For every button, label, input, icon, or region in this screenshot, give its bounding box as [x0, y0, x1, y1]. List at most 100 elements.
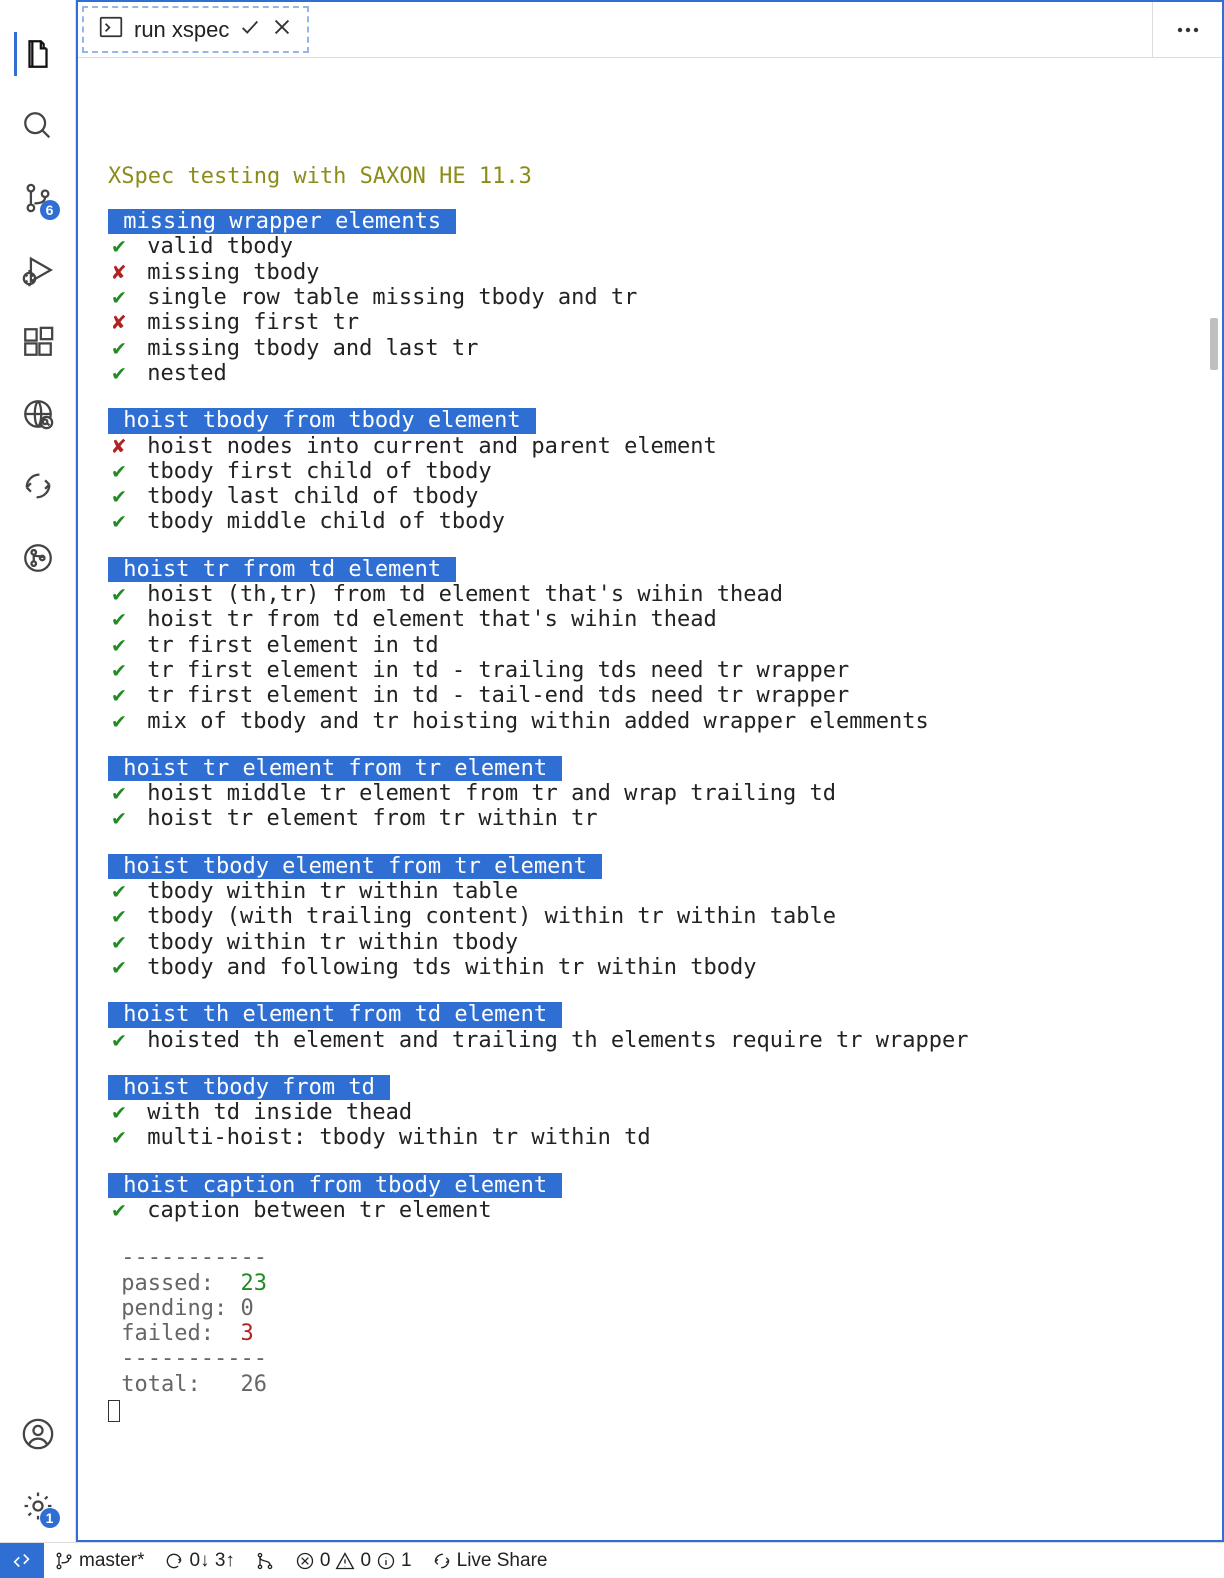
pass-mark-icon: ✔	[108, 709, 130, 734]
remote-explorer-icon[interactable]	[16, 392, 60, 436]
fail-mark-icon: ✘	[108, 434, 130, 459]
extensions-icon[interactable]	[16, 320, 60, 364]
remote-indicator[interactable]	[0, 1543, 44, 1578]
test-result-line: ✔ multi-hoist: tbody within tr within td	[108, 1125, 1192, 1150]
terminal-title: XSpec testing with SAXON HE 11.3	[108, 164, 1192, 189]
test-result-line: ✔ tbody first child of tbody	[108, 459, 1192, 484]
summary-total: total: 26	[108, 1372, 1192, 1397]
test-result-line: ✔ with td inside thead	[108, 1100, 1192, 1125]
test-result-line: ✔ single row table missing tbody and tr	[108, 285, 1192, 310]
info-count: 1	[401, 1550, 412, 1572]
status-sync[interactable]: 0↓ 3↑	[154, 1543, 244, 1578]
test-result-line: ✔ caption between tr element	[108, 1198, 1192, 1223]
test-result-line: ✔ tbody middle child of tbody	[108, 509, 1192, 534]
test-result-text: tr first element in td	[134, 633, 439, 658]
sync-status: 0↓ 3↑	[189, 1550, 234, 1572]
test-result-text: tbody last child of tbody	[134, 484, 478, 509]
blank-line	[108, 980, 1192, 1002]
scm-badge: 6	[40, 200, 60, 220]
test-group-header-line: hoist tbody from td	[108, 1075, 1192, 1100]
test-result-text: valid tbody	[134, 234, 293, 259]
test-result-text: hoist tr from td element that's wihin th…	[134, 607, 717, 632]
test-result-line: ✘ missing tbody	[108, 260, 1192, 285]
close-icon[interactable]	[271, 16, 293, 43]
test-result-text: hoist (th,tr) from td element that's wih…	[134, 582, 783, 607]
cursor-line	[108, 1397, 1192, 1422]
test-result-line: ✔ tbody and following tds within tr with…	[108, 955, 1192, 980]
summary-rule: -----------	[108, 1245, 1192, 1270]
test-result-text: tbody first child of tbody	[134, 459, 492, 484]
test-result-line: ✔ hoist middle tr element from tr and wr…	[108, 781, 1192, 806]
test-result-line: ✔ tr first element in td - trailing tds …	[108, 658, 1192, 683]
pass-mark-icon: ✔	[108, 336, 130, 361]
test-result-line: ✘ missing first tr	[108, 310, 1192, 335]
source-control-icon[interactable]: 6	[16, 176, 60, 220]
blank-line	[108, 734, 1192, 756]
activity-bar: 6 1	[0, 0, 76, 1542]
test-result-line: ✔ nested	[108, 361, 1192, 386]
test-group-header-line: hoist tbody element from tr element	[108, 854, 1192, 879]
settings-badge: 1	[40, 1508, 60, 1528]
pass-mark-icon: ✔	[108, 1125, 130, 1150]
status-merge[interactable]	[245, 1543, 285, 1578]
test-group-header: hoist tbody from tbody element	[108, 408, 536, 433]
test-result-line: ✔ tr first element in td - tail-end tds …	[108, 683, 1192, 708]
pass-mark-icon: ✔	[108, 1198, 130, 1223]
check-icon	[239, 16, 261, 43]
test-result-text: hoist nodes into current and parent elem…	[134, 434, 717, 459]
test-result-line: ✔ tbody (with trailing content) within t…	[108, 904, 1192, 929]
test-result-text: tbody within tr within table	[134, 879, 518, 904]
fail-mark-icon: ✘	[108, 260, 130, 285]
test-result-text: missing tbody and last tr	[134, 336, 478, 361]
test-result-line: ✔ tr first element in td	[108, 633, 1192, 658]
test-result-line: ✔ tbody last child of tbody	[108, 484, 1192, 509]
status-branch[interactable]: master*	[44, 1543, 154, 1578]
test-result-line: ✔ hoisted th element and trailing th ele…	[108, 1028, 1192, 1053]
pass-mark-icon: ✔	[108, 361, 130, 386]
blank-line	[108, 1053, 1192, 1075]
pass-mark-icon: ✔	[108, 658, 130, 683]
test-result-text: with td inside thead	[134, 1100, 412, 1125]
terminal-output[interactable]: XSpec testing with SAXON HE 11.3 missing…	[78, 58, 1222, 1540]
test-result-line: ✔ tbody within tr within tbody	[108, 930, 1192, 955]
status-live-share[interactable]: Live Share	[422, 1543, 558, 1578]
editor-more-actions[interactable]	[1152, 2, 1222, 57]
live-share-icon[interactable]	[16, 464, 60, 508]
summary-rule: -----------	[108, 1346, 1192, 1371]
pass-mark-icon: ✔	[108, 459, 130, 484]
explorer-icon[interactable]	[14, 32, 58, 76]
test-result-text: hoist middle tr element from tr and wrap…	[134, 781, 836, 806]
blank-line	[108, 386, 1192, 408]
pass-mark-icon: ✔	[108, 484, 130, 509]
scrollbar-thumb[interactable]	[1210, 318, 1218, 370]
tab-label: run xspec	[134, 17, 229, 43]
git-graph-icon[interactable]	[16, 536, 60, 580]
test-group-header-line: hoist tr from td element	[108, 557, 1192, 582]
test-group-header: hoist tbody element from tr element	[108, 854, 602, 879]
test-result-line: ✔ hoist tr from td element that's wihin …	[108, 607, 1192, 632]
run-debug-icon[interactable]	[16, 248, 60, 292]
test-result-line: ✘ hoist nodes into current and parent el…	[108, 434, 1192, 459]
search-icon[interactable]	[16, 104, 60, 148]
test-result-line: ✔ valid tbody	[108, 234, 1192, 259]
test-result-text: tr first element in td - trailing tds ne…	[134, 658, 849, 683]
test-result-text: single row table missing tbody and tr	[134, 285, 637, 310]
blank-line	[108, 1223, 1192, 1245]
pass-mark-icon: ✔	[108, 509, 130, 534]
accounts-icon[interactable]	[16, 1412, 60, 1456]
test-result-text: missing first tr	[134, 310, 359, 335]
blank-line	[108, 1151, 1192, 1173]
status-problems[interactable]: 0 0 1	[285, 1543, 422, 1578]
test-result-text: nested	[134, 361, 227, 386]
branch-name: master*	[79, 1550, 144, 1572]
settings-gear-icon[interactable]: 1	[16, 1484, 60, 1528]
test-group-header: hoist caption from tbody element	[108, 1173, 562, 1198]
tab-run-xspec[interactable]: run xspec	[82, 6, 309, 53]
test-result-text: tbody and following tds within tr within…	[134, 955, 757, 980]
pass-mark-icon: ✔	[108, 955, 130, 980]
test-group-header: hoist th element from td element	[108, 1002, 562, 1027]
test-result-text: missing tbody	[134, 260, 319, 285]
pass-mark-icon: ✔	[108, 683, 130, 708]
error-count: 0	[320, 1550, 331, 1572]
blank-line	[108, 535, 1192, 557]
